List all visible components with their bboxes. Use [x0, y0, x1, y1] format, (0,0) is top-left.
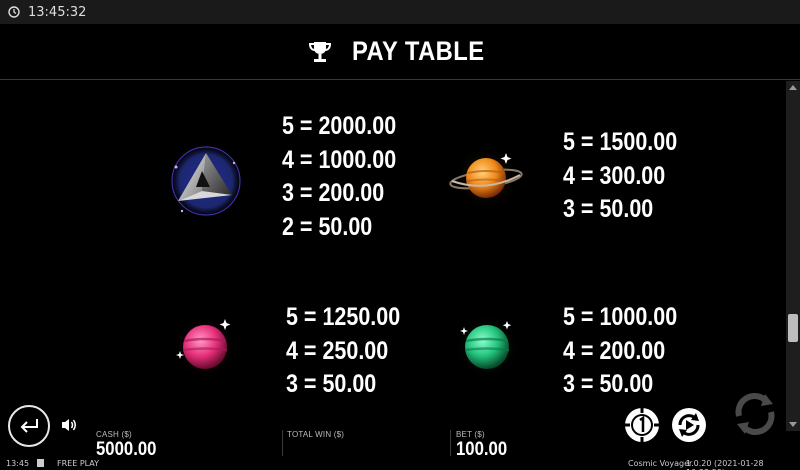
chip-1-icon: [625, 408, 659, 442]
bet-label: BET ($): [456, 430, 485, 439]
payout-line: 3 = 50.00: [286, 370, 377, 398]
autoplay-icon: [672, 408, 706, 442]
payout-line: 5 = 2000.00: [282, 112, 397, 140]
meter-divider: [282, 430, 283, 456]
green-planet-symbol: [452, 307, 522, 382]
pyramid-gem-payouts: 5 = 2000.00 4 = 1000.00 3 = 200.00 2 = 5…: [282, 110, 396, 244]
paytable-scrollbar[interactable]: [786, 81, 800, 431]
pink-planet-payouts: 5 = 1250.00 4 = 250.00 3 = 50.00: [286, 301, 400, 400]
paytable-header: PAY TABLE: [0, 24, 800, 80]
system-clock: 13:45:32: [28, 4, 87, 20]
spin-button[interactable]: [731, 390, 779, 443]
payout-line: 2 = 50.00: [282, 212, 373, 241]
footer-mode: FREE PLAY: [57, 459, 100, 468]
payout-line: 3 = 50.00: [563, 370, 654, 398]
system-status-bar: 13:45:32: [0, 0, 800, 24]
payout-line: 3 = 50.00: [563, 195, 654, 223]
payout-line: 3 = 200.00: [282, 179, 385, 207]
footer-mode-icon: [37, 459, 44, 467]
autoplay-button[interactable]: [671, 407, 707, 448]
total-win-label: TOTAL WIN ($): [287, 430, 345, 439]
footer-time: 13:45: [6, 459, 30, 468]
payout-line: 4 = 1000.00: [282, 145, 397, 174]
green-planet-payouts: 5 = 1000.00 4 = 200.00 3 = 50.00: [563, 301, 677, 400]
orange-ringed-planet-symbol: [446, 143, 526, 218]
back-button[interactable]: [8, 405, 50, 447]
total-win-meter: TOTAL WIN ($): [287, 430, 344, 439]
scroll-down-arrow-icon[interactable]: [789, 422, 797, 427]
meter-divider: [450, 430, 451, 456]
footer-status-bar: 13:45 FREE PLAY Cosmic Voyager 1.0.20 (2…: [0, 457, 800, 470]
orange-ringed-planet-payouts: 5 = 1500.00 4 = 300.00 3 = 50.00: [563, 126, 677, 227]
footer-game-name: Cosmic Voyager: [628, 459, 693, 468]
return-arrow-icon: [20, 419, 38, 433]
bet-chip-button[interactable]: [624, 407, 660, 448]
trophy-icon: [308, 41, 331, 62]
payout-line: 5 = 1500.00: [563, 128, 678, 156]
payout-line: 4 = 200.00: [563, 336, 666, 365]
pyramid-gem-symbol: [162, 139, 250, 228]
scroll-up-arrow-icon[interactable]: [789, 85, 797, 90]
clock-icon: [8, 6, 20, 18]
pink-planet-symbol: [170, 307, 240, 382]
payout-line: 5 = 1250.00: [286, 303, 401, 331]
spin-arrows-icon: [735, 393, 775, 435]
paytable-content: 5 = 2000.00 4 = 1000.00 3 = 200.00 2 = 5…: [0, 81, 786, 400]
payout-line: 4 = 300.00: [563, 161, 666, 190]
cash-label: CASH ($): [96, 430, 132, 439]
sound-button[interactable]: [60, 417, 78, 438]
speaker-icon: [62, 419, 76, 431]
payout-line: 5 = 1000.00: [563, 303, 678, 331]
scroll-thumb[interactable]: [788, 314, 798, 342]
footer-version: 1.0.20 (2021-01-28 10:33:59): [686, 459, 764, 470]
payout-line: 4 = 250.00: [286, 336, 389, 365]
game-controls-bar: CASH ($) 5000.00 TOTAL WIN ($) BET ($) 1…: [0, 400, 786, 460]
page-title: PAY TABLE: [351, 36, 485, 66]
